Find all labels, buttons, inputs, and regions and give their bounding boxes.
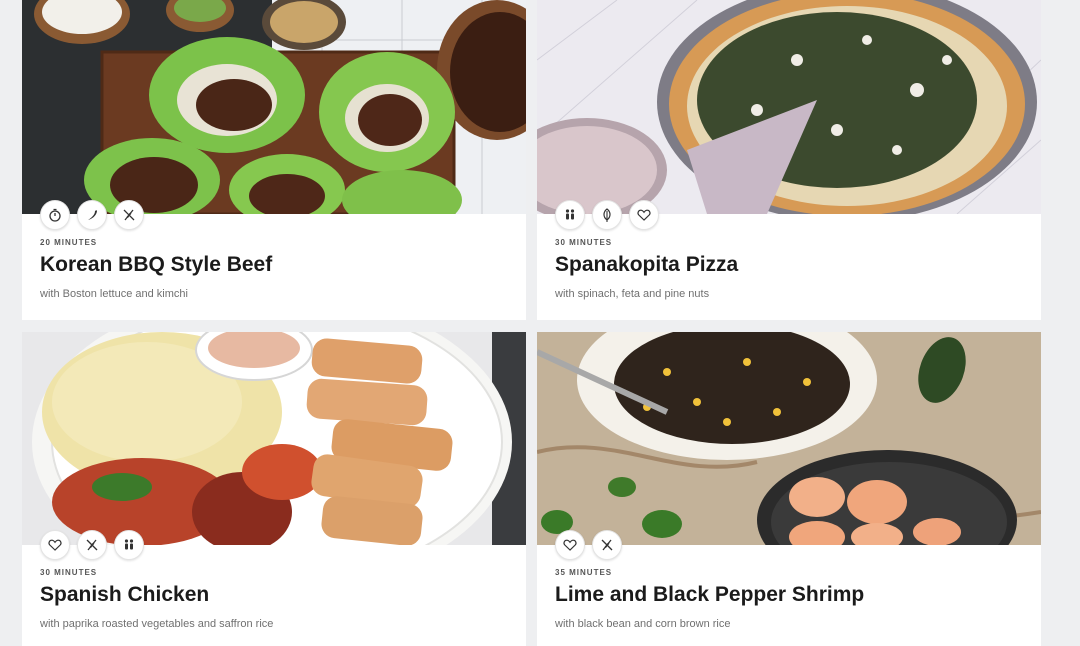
no-gluten-icon [592,530,622,560]
heart-icon[interactable] [629,200,659,230]
recipe-tags [40,530,144,560]
cook-time: 35 MINUTES [555,568,613,577]
cook-time: 20 MINUTES [40,238,98,247]
timer-icon [40,200,70,230]
recipe-tags [555,530,622,560]
cook-time: 30 MINUTES [40,568,98,577]
recipe-photo[interactable] [22,0,526,214]
recipe-title[interactable]: Spanish Chicken [40,583,209,607]
recipe-subtitle: with Boston lettuce and kimchi [40,288,188,300]
heart-icon[interactable] [555,530,585,560]
family-icon [114,530,144,560]
recipe-card-lime-black-pepper-shrimp[interactable]: 35 MINUTES Lime and Black Pepper Shrimp … [537,332,1041,646]
vegetarian-leaf-icon [592,200,622,230]
recipe-subtitle: with black bean and corn brown rice [555,618,731,630]
recipe-card-spanakopita-pizza[interactable]: 30 MINUTES Spanakopita Pizza with spinac… [537,0,1041,320]
cook-time: 30 MINUTES [555,238,613,247]
no-gluten-icon [77,530,107,560]
recipe-card-spanish-chicken[interactable]: 30 MINUTES Spanish Chicken with paprika … [22,332,526,646]
family-icon [555,200,585,230]
recipe-card-korean-bbq-beef[interactable]: 20 MINUTES Korean BBQ Style Beef with Bo… [22,0,526,320]
recipe-photo[interactable] [537,332,1041,545]
recipe-subtitle: with spinach, feta and pine nuts [555,288,710,300]
recipe-title[interactable]: Lime and Black Pepper Shrimp [555,583,864,607]
spicy-pepper-icon [77,200,107,230]
recipe-title[interactable]: Korean BBQ Style Beef [40,253,272,277]
recipe-tags [555,200,659,230]
no-gluten-icon [114,200,144,230]
recipe-title[interactable]: Spanakopita Pizza [555,253,738,277]
recipe-photo[interactable] [22,332,526,545]
recipe-tags [40,200,144,230]
recipe-subtitle: with paprika roasted vegetables and saff… [40,618,274,630]
heart-icon[interactable] [40,530,70,560]
recipe-photo[interactable] [537,0,1041,214]
